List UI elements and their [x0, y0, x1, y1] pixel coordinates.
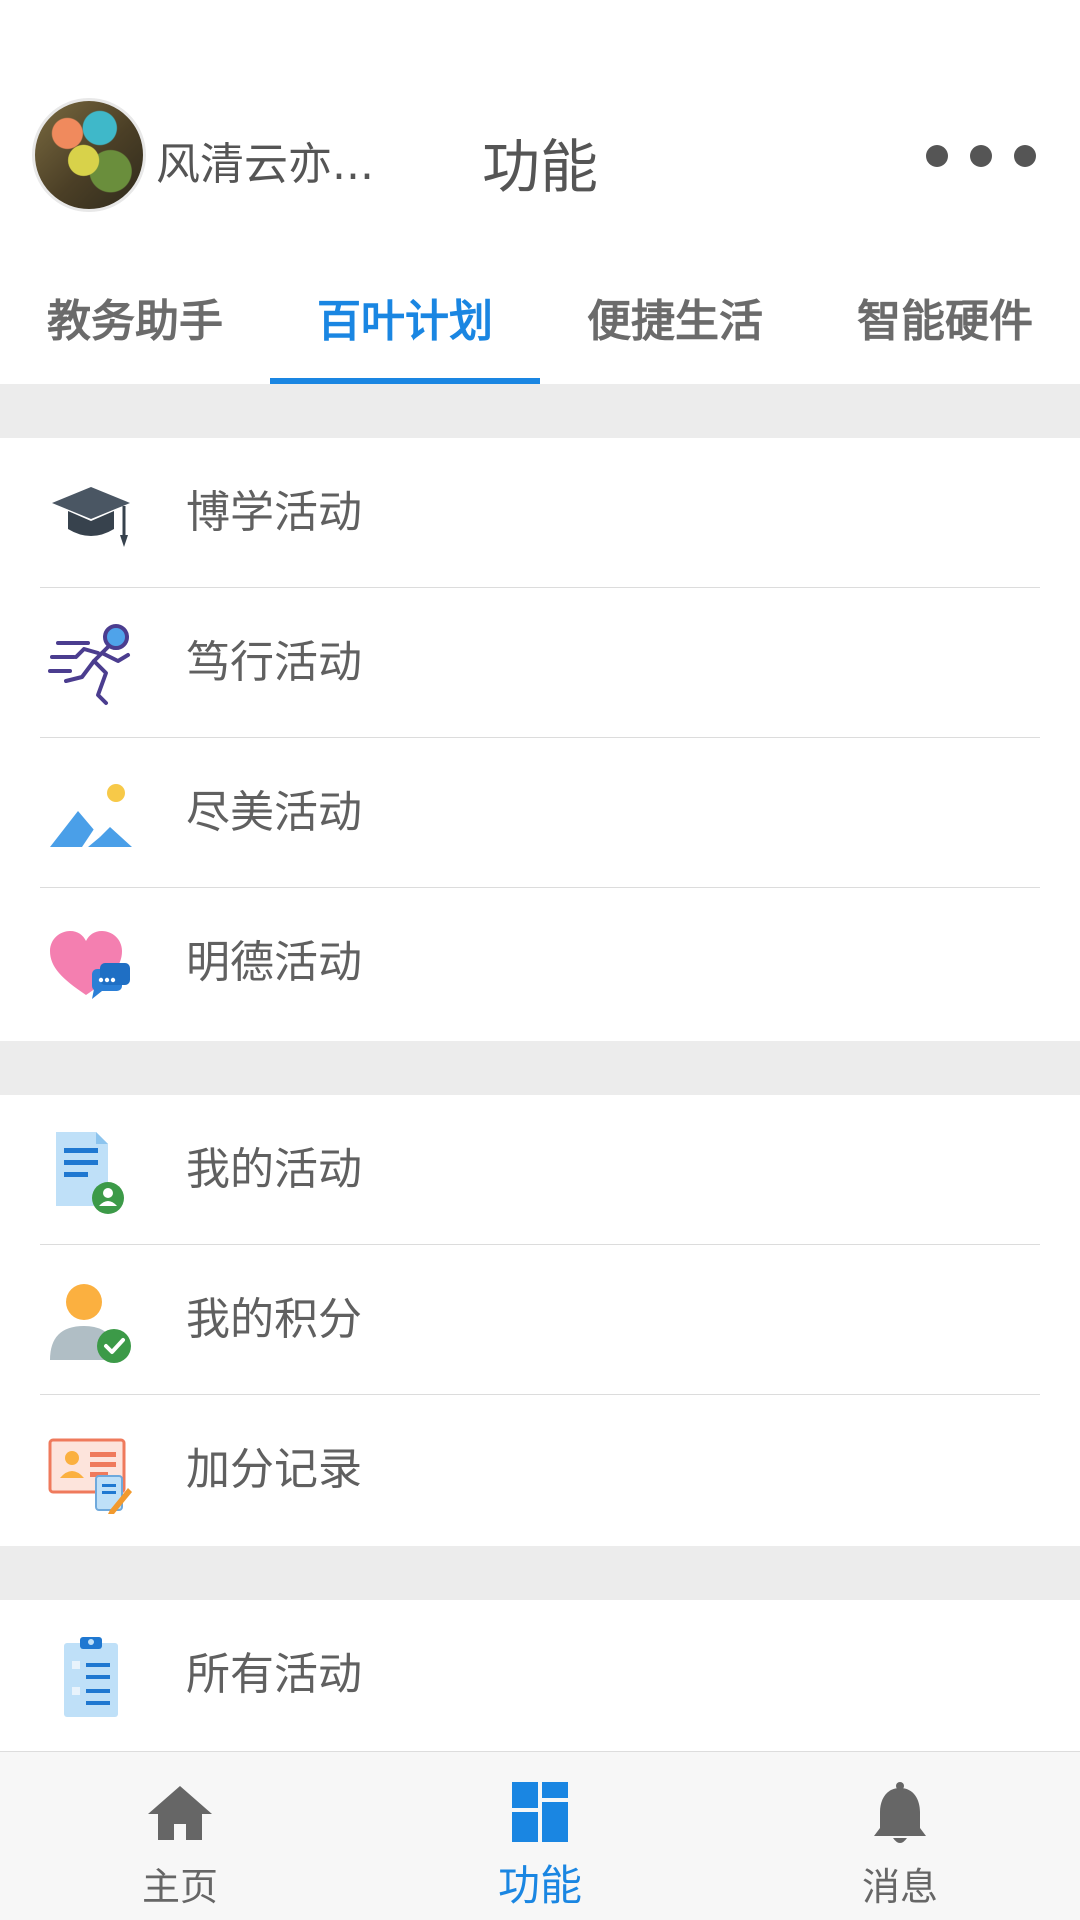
bottom-navigation: 主页 功能 消息 [0, 1751, 1080, 1920]
more-options-button[interactable] [926, 130, 1036, 182]
list-item-label: 所有活动 [186, 1649, 362, 1700]
grid-icon [512, 1782, 568, 1842]
list-item-label: 我的积分 [186, 1294, 362, 1345]
list-item-label: 明德活动 [186, 937, 362, 988]
clipboard-list-icon [64, 1637, 118, 1717]
nav-label: 功能 [497, 1861, 582, 1910]
section-divider [0, 1546, 1080, 1600]
more-dot [970, 145, 992, 167]
nav-home[interactable]: 主页 [0, 1752, 360, 1920]
more-dot [1014, 145, 1036, 167]
nav-label: 主页 [141, 1865, 218, 1909]
list-item-label: 博学活动 [186, 487, 362, 538]
category-tabs: 教务助手 百叶计划 便捷生活 智能硬件 [0, 250, 1080, 384]
tab-bianjie-shenghuo[interactable]: 便捷生活 [540, 250, 810, 384]
landscape-icon [50, 784, 132, 847]
user-check-icon [50, 1284, 131, 1363]
home-icon [148, 1786, 212, 1840]
tab-zhineng-yingjian[interactable]: 智能硬件 [810, 250, 1080, 384]
list-item-my-activities[interactable]: 我的活动 [0, 1095, 1080, 1245]
page-title: 功能 [481, 133, 598, 201]
list-item-duxing[interactable]: 笃行活动 [0, 588, 1080, 738]
id-card-edit-icon [48, 1438, 132, 1514]
bell-icon [874, 1782, 926, 1843]
tab-jiaowu-zhushou[interactable]: 教务助手 [0, 250, 270, 384]
app-header: 风清云亦... 功能 [0, 0, 1080, 250]
list-item-label: 笃行活动 [186, 637, 362, 688]
list-item-jinmei[interactable]: 尽美活动 [0, 738, 1080, 888]
nav-label: 消息 [861, 1865, 938, 1909]
tab-baiye-jihua[interactable]: 百叶计划 [270, 250, 540, 384]
graduation-cap-icon [52, 487, 130, 547]
section-divider [0, 384, 1080, 438]
nav-messages[interactable]: 消息 [720, 1752, 1080, 1920]
list-item-all-activities[interactable]: 所有活动 [0, 1600, 1080, 1751]
more-dot [926, 145, 948, 167]
list-item-bonus-records[interactable]: 加分记录 [0, 1395, 1080, 1546]
nav-functions[interactable]: 功能 [360, 1752, 720, 1920]
list-item-mingde[interactable]: 明德活动 [0, 888, 1080, 1041]
list-item-my-points[interactable]: 我的积分 [0, 1245, 1080, 1395]
heart-chat-icon [50, 931, 130, 999]
list-item-label: 我的活动 [186, 1144, 362, 1195]
list-item-boxue[interactable]: 博学活动 [0, 438, 1080, 588]
list-item-label: 尽美活动 [186, 787, 362, 838]
runner-icon [48, 624, 130, 705]
document-user-icon [56, 1132, 124, 1214]
list-item-label: 加分记录 [186, 1444, 362, 1495]
section-divider [0, 1041, 1080, 1095]
